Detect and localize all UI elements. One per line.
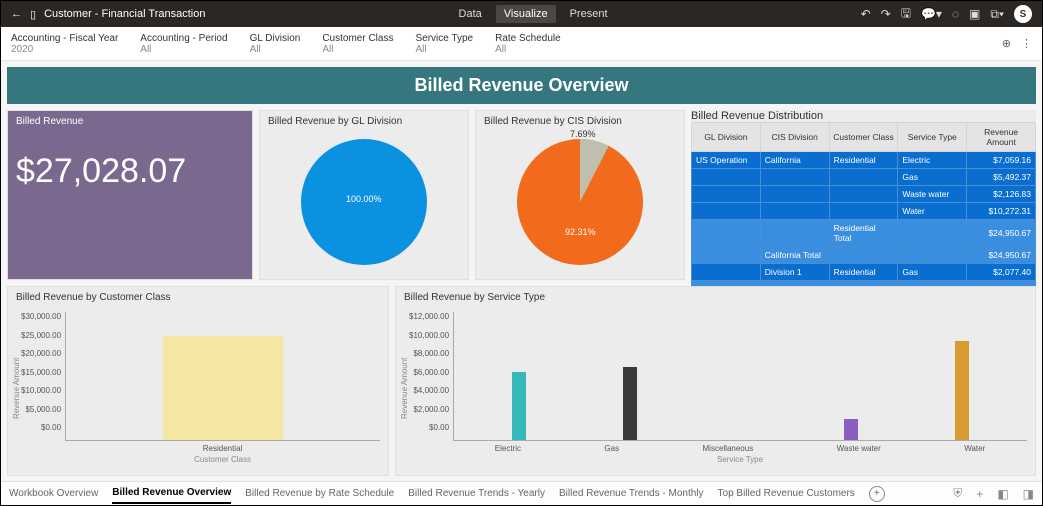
filter-rate-schedule[interactable]: Rate ScheduleAll: [495, 29, 561, 58]
filter-accounting-period[interactable]: Accounting - PeriodAll: [140, 29, 227, 58]
banner-title: Billed Revenue Overview: [7, 67, 1036, 104]
lightbulb-icon[interactable]: ◌: [952, 7, 959, 21]
chart-title: Billed Revenue by Customer Class: [8, 287, 388, 308]
y-tick: $10,000.00: [409, 331, 449, 340]
export-icon[interactable]: ▣: [969, 7, 980, 21]
y-axis-label: Revenue Amount: [12, 312, 21, 464]
tab-billed-revenue-by-rate-schedule[interactable]: Billed Revenue by Rate Schedule: [245, 484, 394, 503]
chart-bar-service-type: Billed Revenue by Service Type Revenue A…: [395, 286, 1036, 476]
x-tick: Miscellaneous: [703, 444, 754, 453]
kpi-title: Billed Revenue: [8, 111, 252, 132]
col-header[interactable]: CIS Division: [760, 123, 829, 152]
x-tick: Gas: [604, 444, 619, 453]
tab-billed-revenue-trends-yearly[interactable]: Billed Revenue Trends - Yearly: [408, 484, 545, 503]
avatar[interactable]: S: [1014, 5, 1032, 23]
x-tick: Water: [964, 444, 985, 453]
tab-billed-revenue-overview[interactable]: Billed Revenue Overview: [112, 483, 231, 504]
y-tick: $8,000.00: [409, 349, 449, 358]
y-tick: $15,000.00: [21, 368, 61, 377]
y-axis-label: Revenue Amount: [400, 312, 409, 464]
top-bar: ← ▯ Customer - Financial Transaction Dat…: [1, 1, 1042, 27]
chart-pie-gl-division: Billed Revenue by GL Division 100.00%: [259, 110, 469, 280]
filter-customer-class[interactable]: Customer ClassAll: [322, 29, 393, 58]
y-tick: $20,000.00: [21, 349, 61, 358]
bar-gas[interactable]: [623, 367, 637, 440]
x-tick: Residential: [203, 444, 243, 453]
pie-cis-label2: 92.31%: [565, 227, 596, 237]
x-axis-label: Service Type: [453, 453, 1027, 464]
page-title: Customer - Financial Transaction: [44, 8, 205, 20]
back-icon[interactable]: ←: [11, 8, 22, 20]
more-icon[interactable]: ⋮: [1021, 37, 1032, 50]
bar-waste-water[interactable]: [844, 419, 858, 440]
sheet-tabs: Workbook Overview Billed Revenue Overview…: [1, 481, 1042, 505]
y-tick: $0.00: [409, 423, 449, 432]
table-row[interactable]: Division 1ResidentialGas$2,077.40: [692, 264, 1036, 281]
chart-bar-customer-class: Billed Revenue by Customer Class Revenue…: [7, 286, 389, 476]
col-header[interactable]: Service Type: [898, 123, 967, 152]
shield-icon[interactable]: ⛨: [953, 486, 962, 501]
add-sheet-button[interactable]: +: [869, 486, 885, 502]
tab-billed-revenue-trends-monthly[interactable]: Billed Revenue Trends - Monthly: [559, 484, 704, 503]
bar-water[interactable]: [955, 341, 969, 440]
filter-service-type[interactable]: Service TypeAll: [415, 29, 473, 58]
y-tick: $5,000.00: [21, 405, 61, 414]
y-tick: $30,000.00: [21, 312, 61, 321]
x-axis-label: Customer Class: [65, 453, 380, 464]
table-row[interactable]: California Total$24,950.67: [692, 247, 1036, 264]
table-title: Billed Revenue Distribution: [691, 110, 1036, 122]
content: Billed Revenue Overview Billed Revenue $…: [1, 61, 1042, 481]
table-row[interactable]: Gas$5,492.37: [692, 169, 1036, 186]
pie-cis-label1: 7.69%: [570, 129, 596, 139]
mode-present[interactable]: Present: [562, 5, 616, 23]
mode-visualize[interactable]: Visualize: [496, 5, 556, 23]
kpi-value: $27,028.07: [8, 132, 252, 211]
y-tick: $2,000.00: [409, 405, 449, 414]
bar-electric[interactable]: [512, 372, 526, 440]
y-tick: $6,000.00: [409, 368, 449, 377]
mode-switch: Data Visualize Present: [205, 5, 860, 23]
filter-accounting-fiscal-year[interactable]: Accounting - Fiscal Year2020: [11, 29, 118, 58]
save-icon[interactable]: 🖫: [901, 4, 911, 25]
x-tick: Waste water: [837, 444, 881, 453]
table-row[interactable]: Water$10,272.31: [692, 203, 1036, 220]
globe-icon[interactable]: ⊕: [1002, 37, 1011, 50]
y-tick: $25,000.00: [21, 331, 61, 340]
y-tick: $10,000.00: [21, 386, 61, 395]
bookmark-icon[interactable]: ▯: [30, 8, 36, 21]
table-row[interactable]: US OperationCaliforniaResidentialElectri…: [692, 152, 1036, 169]
y-tick: $0.00: [21, 423, 61, 432]
distribution-table-card: Billed Revenue Distribution GL DivisionC…: [691, 110, 1036, 280]
tab-top-billed-revenue-customers[interactable]: Top Billed Revenue Customers: [718, 484, 855, 503]
col-header[interactable]: GL Division: [692, 123, 761, 152]
kpi-billed-revenue: Billed Revenue $27,028.07: [7, 110, 253, 280]
col-header[interactable]: Revenue Amount: [967, 123, 1036, 152]
layout2-icon[interactable]: ◨: [1023, 487, 1034, 501]
mode-data[interactable]: Data: [451, 5, 490, 23]
col-header[interactable]: Customer Class: [829, 123, 898, 152]
pie-gl-label: 100.00%: [346, 194, 382, 204]
filter-gl-division[interactable]: GL DivisionAll: [250, 29, 301, 58]
y-tick: $4,000.00: [409, 386, 449, 395]
undo-icon[interactable]: ↶: [861, 7, 871, 21]
comment-icon[interactable]: 💬▾: [921, 7, 942, 21]
chart-title: Billed Revenue by GL Division: [260, 111, 468, 132]
table-row[interactable]: Waste water$2,126.83: [692, 186, 1036, 203]
plus-small-icon[interactable]: +: [976, 487, 983, 501]
chart-title: Billed Revenue by Service Type: [396, 287, 1035, 308]
chart-pie-cis-division: Billed Revenue by CIS Division 7.69% 92.…: [475, 110, 685, 280]
layout1-icon[interactable]: ◧: [997, 487, 1008, 501]
filter-bar: Accounting - Fiscal Year2020 Accounting -…: [1, 27, 1042, 61]
x-tick: Electric: [495, 444, 521, 453]
tab-workbook-overview[interactable]: Workbook Overview: [9, 484, 98, 503]
menu-icon[interactable]: ⧉▾: [990, 7, 1004, 22]
y-tick: $12,000.00: [409, 312, 449, 321]
pie-cis-svg: [510, 132, 650, 272]
table-row[interactable]: Residential Total$24,950.67: [692, 220, 1036, 247]
bar-residential[interactable]: [163, 336, 283, 441]
redo-icon[interactable]: ↷: [881, 7, 891, 21]
